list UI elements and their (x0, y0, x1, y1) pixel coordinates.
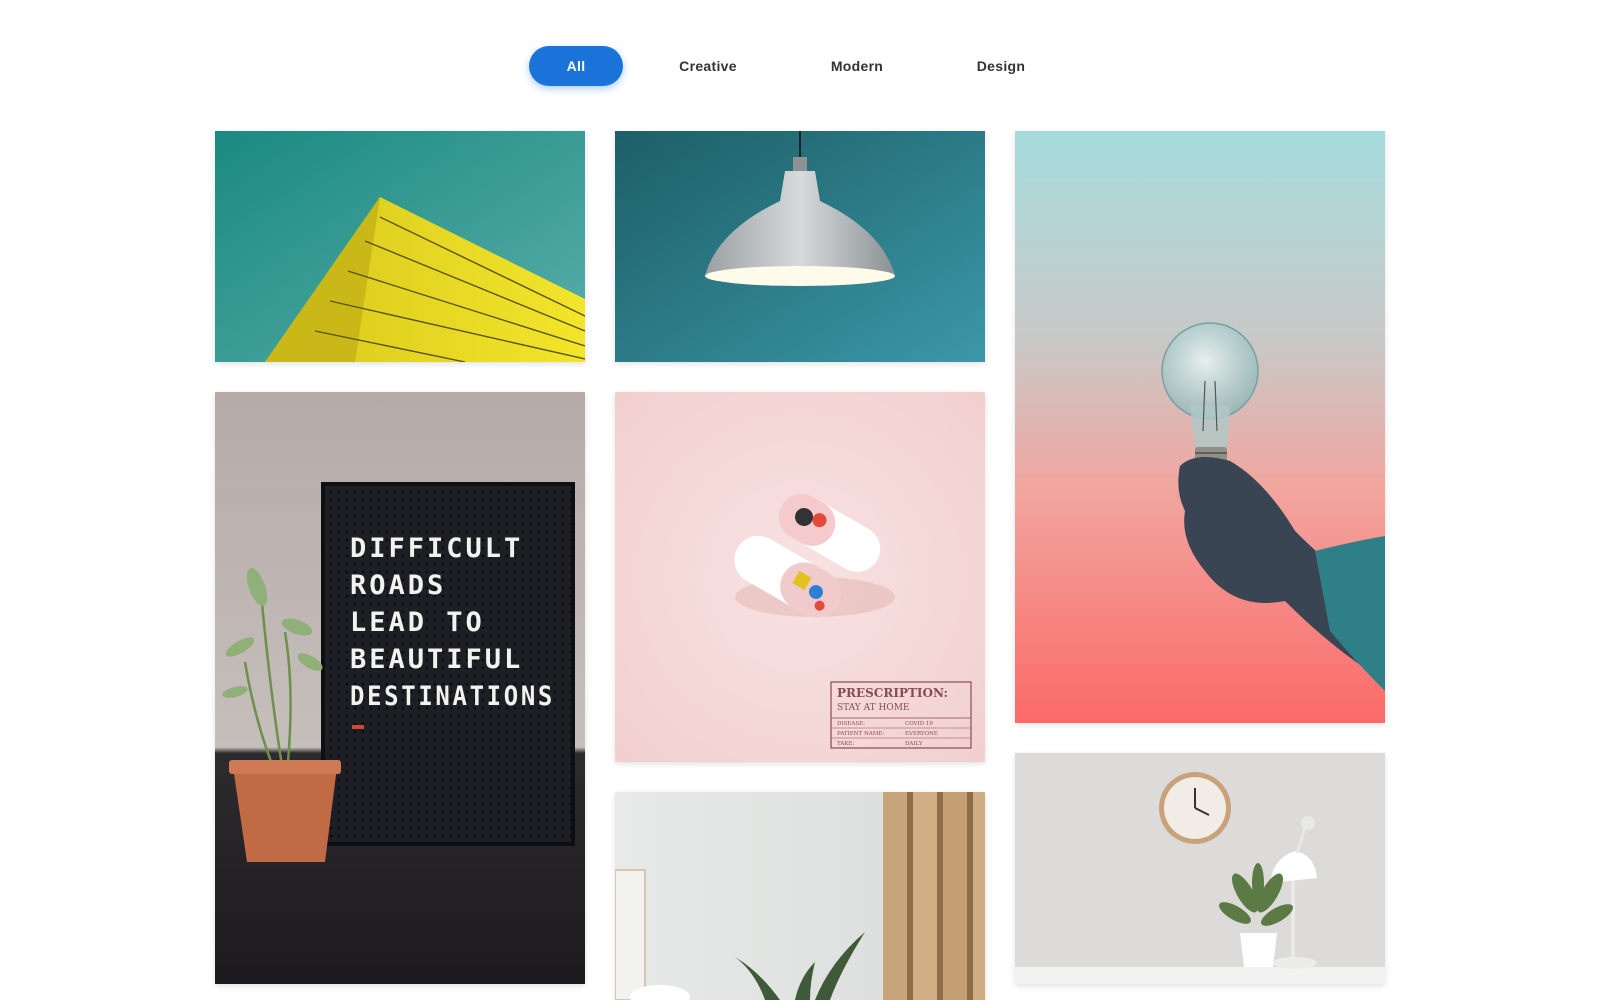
filter-tab-design[interactable]: Design (954, 46, 1048, 86)
light-bulb-image (1015, 131, 1385, 723)
filter-tab-all[interactable]: All (529, 46, 623, 86)
gallery-item-letter-board[interactable]: DIFFICULT ROADS LEAD TO BEAUTIFUL DESTIN… (215, 392, 585, 984)
gallery-item-clock-desk[interactable] (1015, 753, 1385, 984)
clock-desk-image (1015, 753, 1385, 984)
gallery-item-wood-panel[interactable] (615, 792, 985, 1000)
pendant-lamp-image (615, 131, 985, 362)
prescription-label-patient: PATIENT NAME: (837, 731, 884, 737)
prescription-value-take: DAILY (905, 741, 923, 747)
prescription-label-take: TAKE: (837, 741, 854, 747)
board-line-2: ROADS (350, 570, 446, 601)
prescription-title: PRESCRIPTION: (837, 686, 948, 700)
gallery-item-yellow-building[interactable] (215, 131, 585, 362)
prescription-value-disease: COVID 19 (905, 721, 933, 727)
yellow-building-image (215, 131, 585, 362)
pills-image: PRESCRIPTION: STAY AT HOME DISEASE: COVI… (615, 392, 985, 762)
portfolio-filter-bar: All Creative Modern Design (0, 0, 1600, 120)
gallery-item-pendant-lamp[interactable] (615, 131, 985, 362)
gallery-item-pills-prescription[interactable]: PRESCRIPTION: STAY AT HOME DISEASE: COVI… (615, 392, 985, 762)
board-line-4: BEAUTIFUL (350, 644, 523, 675)
prescription-subtitle: STAY AT HOME (837, 703, 910, 713)
gallery-item-light-bulb[interactable] (1015, 131, 1385, 723)
prescription-label-disease: DISEASE: (837, 721, 865, 727)
board-line-3: LEAD TO (350, 607, 485, 638)
board-line-5: DESTINATIONS (350, 681, 555, 712)
prescription-value-patient: EVERYONE (905, 731, 938, 737)
filter-tab-creative[interactable]: Creative (660, 46, 756, 86)
wood-panel-image (615, 792, 985, 1000)
filter-tab-modern[interactable]: Modern (810, 46, 904, 86)
letter-board-image: DIFFICULT ROADS LEAD TO BEAUTIFUL DESTIN… (215, 392, 585, 984)
board-line-1: DIFFICULT (350, 533, 523, 564)
